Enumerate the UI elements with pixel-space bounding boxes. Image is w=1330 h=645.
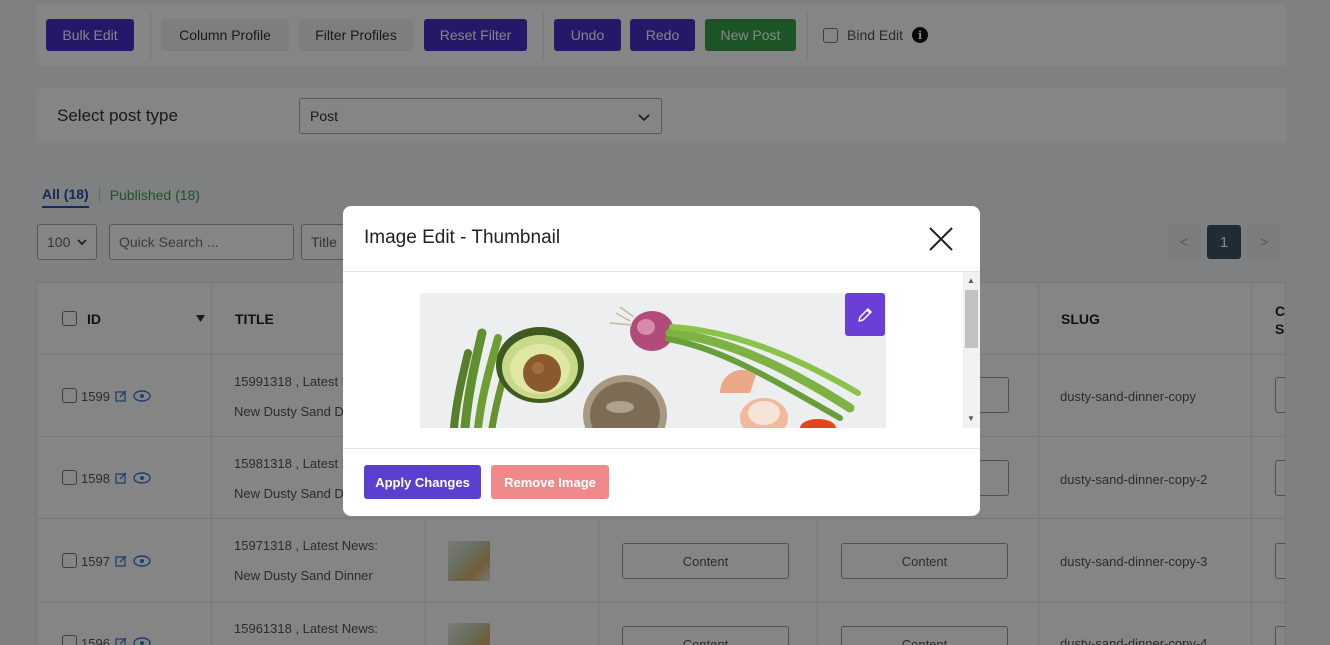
modal-scrollbar[interactable]: ▲ ▼ <box>963 272 980 428</box>
modal-body <box>343 272 980 448</box>
thumbnail-preview-image <box>420 293 886 428</box>
edit-image-button[interactable] <box>845 293 885 336</box>
vegetables-photo <box>420 293 886 428</box>
modal-title: Image Edit - Thumbnail <box>364 227 561 248</box>
scroll-up-arrow-icon[interactable]: ▲ <box>967 276 975 285</box>
scrollbar-thumb[interactable] <box>965 290 978 348</box>
scroll-down-arrow-icon[interactable]: ▼ <box>967 414 975 423</box>
close-icon[interactable] <box>926 224 956 254</box>
apply-changes-button[interactable]: Apply Changes <box>364 465 481 499</box>
modal-footer-divider <box>343 448 980 449</box>
pencil-icon <box>858 307 872 322</box>
image-edit-modal: Image Edit - Thumbnail ▲ ▼ Apply Changes… <box>343 206 980 516</box>
remove-image-button[interactable]: Remove Image <box>491 465 609 499</box>
